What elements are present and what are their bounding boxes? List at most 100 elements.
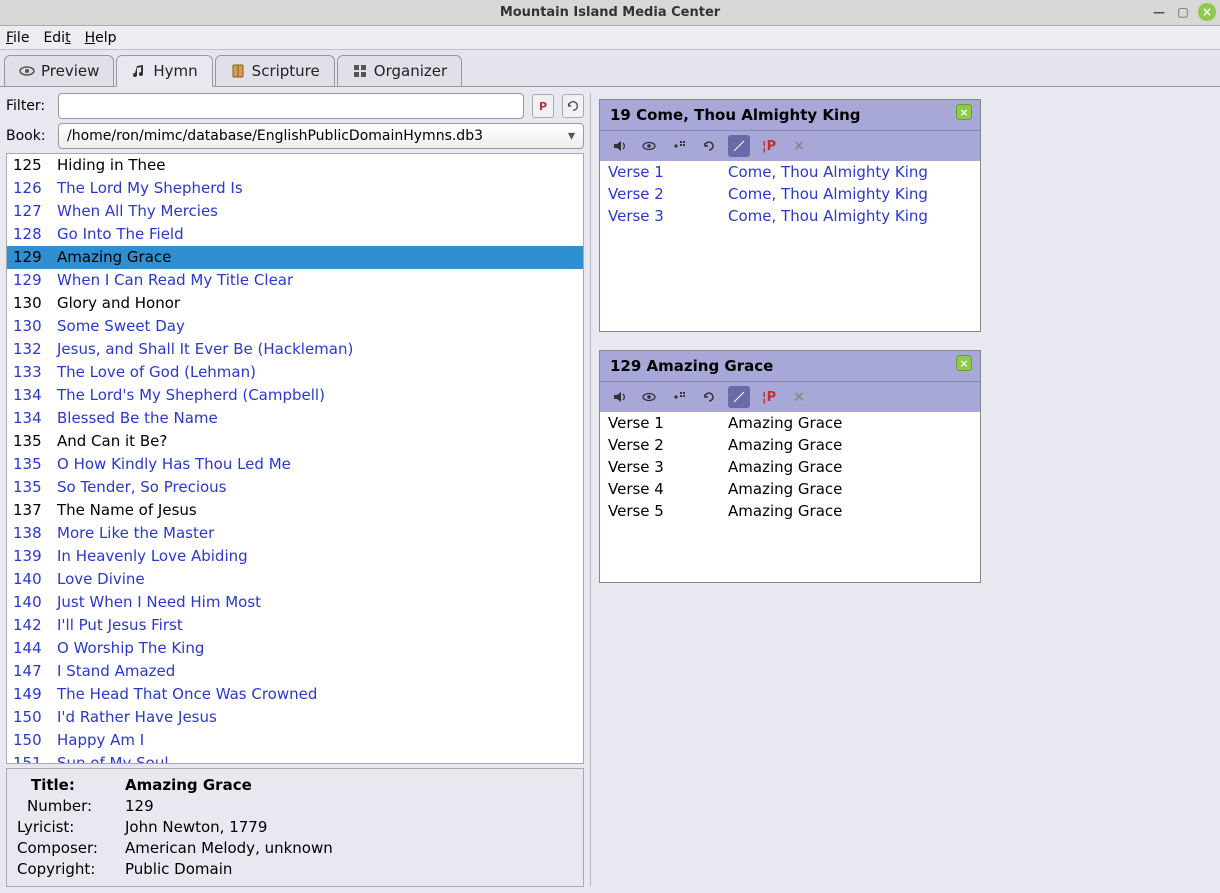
hymn-row[interactable]: 149The Head That Once Was Crowned — [7, 683, 583, 706]
card-title: 129 Amazing Grace — [610, 357, 773, 375]
tab-scripture[interactable]: Scripture — [215, 55, 335, 86]
tab-label: Preview — [41, 62, 99, 80]
menu-help[interactable]: Help — [85, 30, 117, 46]
details-title-label: Title: — [17, 775, 125, 796]
menu-edit[interactable]: Edit — [43, 30, 70, 46]
speaker-icon[interactable] — [608, 135, 630, 157]
card-body: Verse 1Amazing GraceVerse 2Amazing Grace… — [600, 412, 980, 582]
hymn-row[interactable]: 139In Heavenly Love Abiding — [7, 545, 583, 568]
hymn-list[interactable]: 125Hiding in Thee126The Lord My Shepherd… — [6, 153, 584, 764]
p-icon[interactable]: ¦P — [758, 135, 780, 157]
left-panel: Filter: P Book: /home/ron/mimc/database/… — [6, 93, 584, 887]
hymn-row[interactable]: 151Sun of My Soul — [7, 752, 583, 764]
verse-name: Verse 1 — [608, 163, 728, 181]
hymn-row[interactable]: 137The Name of Jesus — [7, 499, 583, 522]
hymn-row[interactable]: 125Hiding in Thee — [7, 154, 583, 177]
eye-icon[interactable] — [638, 135, 660, 157]
close-button[interactable]: × — [1198, 3, 1216, 21]
hymn-number: 147 — [13, 661, 57, 682]
details-number-label: Number: — [17, 796, 125, 817]
filter-input[interactable] — [58, 93, 524, 119]
verse-row[interactable]: Verse 1Amazing Grace — [600, 412, 980, 434]
verse-row[interactable]: Verse 1Come, Thou Almighty King — [600, 161, 980, 183]
hymn-row[interactable]: 130Some Sweet Day — [7, 315, 583, 338]
maximize-button[interactable]: ▢ — [1174, 3, 1192, 21]
hymn-title: Blessed Be the Name — [57, 408, 218, 429]
hymn-row[interactable]: 142I'll Put Jesus First — [7, 614, 583, 637]
hymn-row[interactable]: 130Glory and Honor — [7, 292, 583, 315]
verse-row[interactable]: Verse 3Come, Thou Almighty King — [600, 205, 980, 227]
p-icon[interactable]: ¦P — [758, 386, 780, 408]
details-lyricist-value: John Newton, 1779 — [125, 817, 267, 838]
card-toolbar: ¦P × — [600, 381, 980, 412]
eye-icon[interactable] — [638, 386, 660, 408]
verse-row[interactable]: Verse 2Come, Thou Almighty King — [600, 183, 980, 205]
hymn-card: 129 Amazing Grace×¦P×Verse 1Amazing Grac… — [599, 350, 981, 583]
book-label: Book: — [6, 128, 50, 144]
filter-refresh-button[interactable] — [562, 94, 584, 118]
verse-row[interactable]: Verse 4Amazing Grace — [600, 478, 980, 500]
hymn-row[interactable]: 135O How Kindly Has Thou Led Me — [7, 453, 583, 476]
hymn-row[interactable]: 150I'd Rather Have Jesus — [7, 706, 583, 729]
verse-text: Come, Thou Almighty King — [728, 185, 928, 203]
hymn-number: 135 — [13, 454, 57, 475]
hymn-row[interactable]: 133The Love of God (Lehman) — [7, 361, 583, 384]
hymn-row[interactable]: 127When All Thy Mercies — [7, 200, 583, 223]
hymn-row[interactable]: 138More Like the Master — [7, 522, 583, 545]
hymn-row[interactable]: 126The Lord My Shepherd Is — [7, 177, 583, 200]
close-icon[interactable]: × — [788, 386, 810, 408]
card-close-button[interactable]: × — [956, 104, 972, 120]
card-close-button[interactable]: × — [956, 355, 972, 371]
hymn-row[interactable]: 128Go Into The Field — [7, 223, 583, 246]
verse-name: Verse 1 — [608, 414, 728, 432]
tab-hymn[interactable]: Hymn — [116, 55, 212, 87]
hymn-number: 130 — [13, 293, 57, 314]
refresh-icon[interactable] — [698, 135, 720, 157]
hymn-row[interactable]: 129Amazing Grace — [7, 246, 583, 269]
hymn-row[interactable]: 135And Can it Be? — [7, 430, 583, 453]
add-grid-icon[interactable] — [668, 386, 690, 408]
tab-organizer[interactable]: Organizer — [337, 55, 462, 86]
verse-text: Amazing Grace — [728, 414, 842, 432]
hymn-row[interactable]: 147I Stand Amazed — [7, 660, 583, 683]
hymn-row[interactable]: 144O Worship The King — [7, 637, 583, 660]
hymn-number: 150 — [13, 730, 57, 751]
tab-preview[interactable]: Preview — [4, 55, 114, 86]
hymn-title: The Name of Jesus — [57, 500, 197, 521]
hymn-title: Go Into The Field — [57, 224, 184, 245]
window-title: Mountain Island Media Center — [500, 5, 720, 20]
hymn-row[interactable]: 132Jesus, and Shall It Ever Be (Hacklema… — [7, 338, 583, 361]
menu-file[interactable]: File — [6, 30, 29, 46]
hymn-row[interactable]: 135So Tender, So Precious — [7, 476, 583, 499]
add-grid-icon[interactable] — [668, 135, 690, 157]
refresh-icon[interactable] — [698, 386, 720, 408]
hymn-row[interactable]: 134The Lord's My Shepherd (Campbell) — [7, 384, 583, 407]
verse-row[interactable]: Verse 3Amazing Grace — [600, 456, 980, 478]
filter-row: Filter: P — [6, 93, 584, 119]
details-copyright-value: Public Domain — [125, 859, 232, 880]
hymn-title: The Lord My Shepherd Is — [57, 178, 243, 199]
filter-p-button[interactable]: P — [532, 94, 554, 118]
brush-icon[interactable] — [728, 386, 750, 408]
verse-text: Amazing Grace — [728, 480, 842, 498]
hymn-row[interactable]: 150Happy Am I — [7, 729, 583, 752]
details-title-value: Amazing Grace — [125, 775, 252, 796]
hymn-row[interactable]: 129When I Can Read My Title Clear — [7, 269, 583, 292]
speaker-icon[interactable] — [608, 386, 630, 408]
card-header: 129 Amazing Grace × — [600, 351, 980, 381]
hymn-row[interactable]: 140Just When I Need Him Most — [7, 591, 583, 614]
minimize-button[interactable]: — — [1150, 3, 1168, 21]
brush-icon[interactable] — [728, 135, 750, 157]
verse-row[interactable]: Verse 2Amazing Grace — [600, 434, 980, 456]
grid-icon — [352, 63, 368, 79]
hymn-row[interactable]: 140Love Divine — [7, 568, 583, 591]
hymn-title: The Lord's My Shepherd (Campbell) — [57, 385, 325, 406]
card-header: 19 Come, Thou Almighty King× — [600, 100, 980, 130]
close-icon[interactable]: × — [788, 135, 810, 157]
details-panel: Title: Amazing Grace Number: 129 Lyricis… — [6, 768, 584, 887]
verse-row[interactable]: Verse 5Amazing Grace — [600, 500, 980, 522]
hymn-number: 151 — [13, 753, 57, 764]
book-select[interactable]: /home/ron/mimc/database/EnglishPublicDom… — [58, 123, 584, 149]
hymn-row[interactable]: 134Blessed Be the Name — [7, 407, 583, 430]
hymn-title: The Love of God (Lehman) — [57, 362, 256, 383]
